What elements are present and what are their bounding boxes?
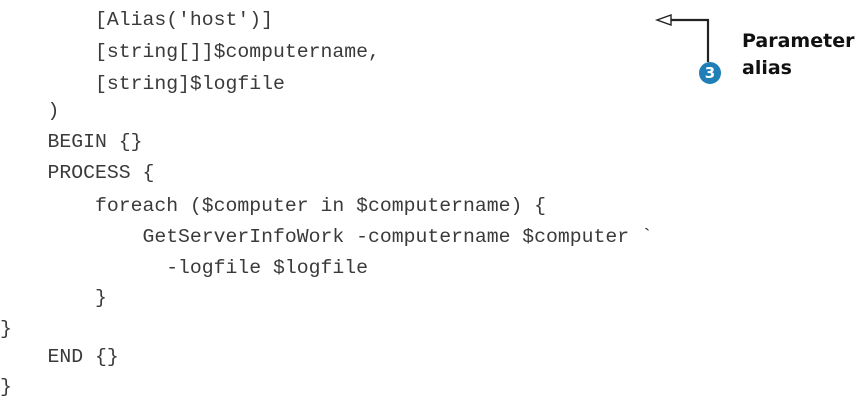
code-line: END {} bbox=[0, 346, 119, 368]
code-line: PROCESS { bbox=[0, 162, 155, 184]
code-line: GetServerInfoWork -computername $compute… bbox=[0, 226, 653, 248]
code-line: BEGIN {} bbox=[0, 131, 143, 153]
code-line: -logfile $logfile bbox=[0, 257, 368, 279]
callout-arrow-icon bbox=[654, 14, 710, 62]
code-line: } bbox=[0, 318, 12, 340]
code-line: foreach ($computer in $computername) { bbox=[0, 195, 547, 217]
callout-label-line1: Parameter bbox=[742, 30, 855, 52]
callout-label: Parameter alias bbox=[742, 28, 854, 82]
code-line: } bbox=[0, 287, 107, 309]
callout-number-badge: 3 bbox=[699, 62, 721, 84]
callout-label-line2: alias bbox=[742, 57, 792, 79]
